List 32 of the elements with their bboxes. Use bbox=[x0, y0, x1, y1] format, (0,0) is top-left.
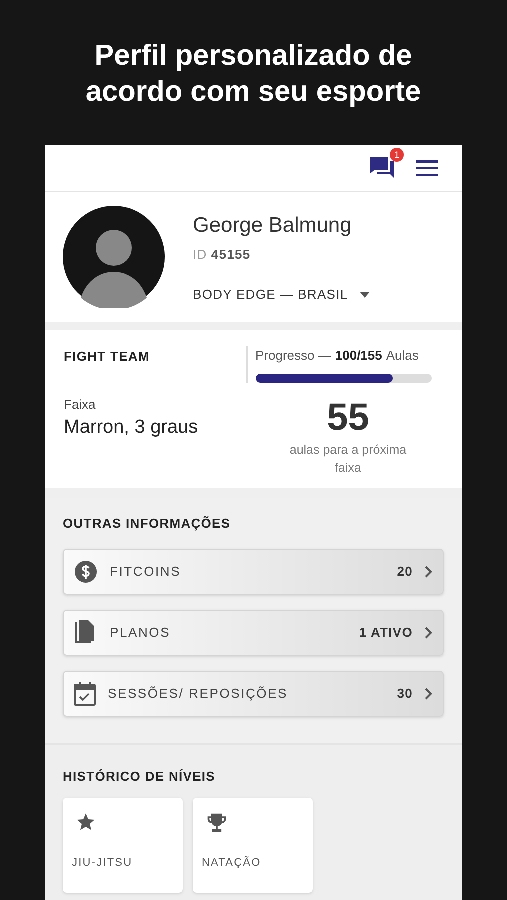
remaining-count: 55 bbox=[326, 398, 370, 436]
caret-icon bbox=[360, 292, 370, 298]
dollar-coin-icon bbox=[74, 560, 98, 584]
chevron-right-icon bbox=[425, 626, 433, 638]
menu-button[interactable] bbox=[416, 160, 438, 176]
calendar-check-icon bbox=[74, 682, 96, 706]
id-value: 45155 bbox=[211, 246, 251, 264]
progress-label: Progresso — bbox=[256, 347, 332, 365]
chat-icon bbox=[370, 156, 396, 180]
info-row[interactable]: PLANOS 1 ATIVO bbox=[63, 610, 444, 656]
star-icon bbox=[76, 812, 96, 832]
section-title: HISTÓRICO DE NÍVEIS bbox=[63, 768, 216, 786]
level-card[interactable]: NATAÇÃO bbox=[193, 798, 313, 893]
remaining-caption: aulas para a próxima faixa bbox=[288, 442, 408, 478]
info-row[interactable]: SESSÕES/ REPOSIÇÕES 30 bbox=[63, 670, 444, 716]
notification-badge: 1 bbox=[390, 148, 404, 162]
belt-value: Marron, 3 graus bbox=[64, 416, 200, 440]
level-card[interactable]: JIU-JITSU bbox=[63, 798, 183, 893]
user-name: George Balmung bbox=[193, 212, 353, 239]
trophy-icon bbox=[206, 812, 228, 834]
belt-label: Faixa bbox=[64, 396, 97, 414]
id-label: ID bbox=[193, 246, 208, 264]
headline: Perfil personalizado de acordo com seu esporte bbox=[84, 39, 422, 110]
chat-button[interactable]: 1 bbox=[370, 148, 404, 180]
chevron-right-icon bbox=[425, 566, 433, 578]
chevron-right-icon bbox=[425, 688, 433, 700]
progress-value: 100/155 bbox=[335, 347, 382, 365]
gym-dropdown[interactable]: BODY EDGE — BRASIL bbox=[193, 284, 370, 304]
info-row[interactable]: FITCOINS 20 bbox=[63, 548, 444, 594]
team-title: FIGHT TEAM bbox=[64, 348, 151, 366]
section-title: OUTRAS INFORMAÇÕES bbox=[63, 515, 232, 533]
progress-unit: Aulas bbox=[386, 347, 419, 365]
